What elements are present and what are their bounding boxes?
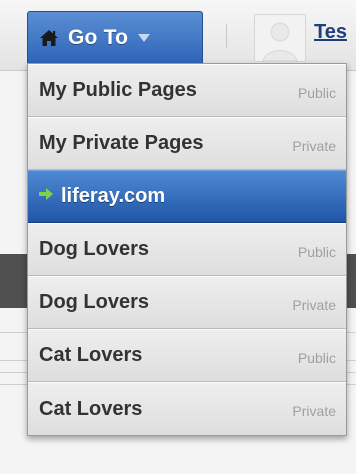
menu-item-label: Dog Lovers — [39, 238, 150, 260]
menu-item-label: Cat Lovers — [39, 344, 143, 366]
goto-button[interactable]: Go To — [27, 11, 203, 63]
menu-item-my-public-pages[interactable]: My Public Pages Public — [28, 64, 346, 117]
dockbar-divider — [226, 24, 227, 48]
user-avatar[interactable] — [254, 14, 306, 62]
menu-item-liferay-com[interactable]: liferay.com — [28, 170, 346, 223]
menu-item-tag: Public — [297, 84, 336, 101]
menu-item-label: My Private Pages — [39, 132, 204, 154]
menu-item-tag: Public — [297, 349, 336, 366]
menu-item-dog-lovers-private[interactable]: Dog Lovers Private — [28, 276, 346, 329]
menu-item-cat-lovers-private[interactable]: Cat Lovers Private — [28, 382, 346, 435]
menu-item-tag: Private — [292, 137, 336, 154]
user-name-link[interactable]: Tes — [314, 21, 347, 44]
caret-down-icon — [138, 33, 151, 42]
menu-item-tag: Public — [297, 243, 336, 260]
goto-dropdown-menu: My Public Pages Public My Private Pages … — [27, 63, 347, 436]
menu-item-dog-lovers-public[interactable]: Dog Lovers Public — [28, 223, 346, 276]
home-icon — [40, 29, 58, 46]
menu-item-cat-lovers-public[interactable]: Cat Lovers Public — [28, 329, 346, 382]
menu-item-label: Dog Lovers — [39, 291, 150, 313]
default-avatar-icon — [262, 22, 298, 61]
menu-item-label: Cat Lovers — [39, 397, 143, 420]
menu-item-tag: Private — [292, 403, 336, 419]
green-arrow-icon — [39, 187, 53, 200]
menu-item-my-private-pages[interactable]: My Private Pages Private — [28, 117, 346, 170]
menu-item-label: liferay.com — [61, 185, 166, 207]
menu-item-tag: Private — [292, 296, 336, 313]
goto-label: Go To — [68, 25, 129, 49]
menu-item-label: My Public Pages — [39, 79, 197, 101]
